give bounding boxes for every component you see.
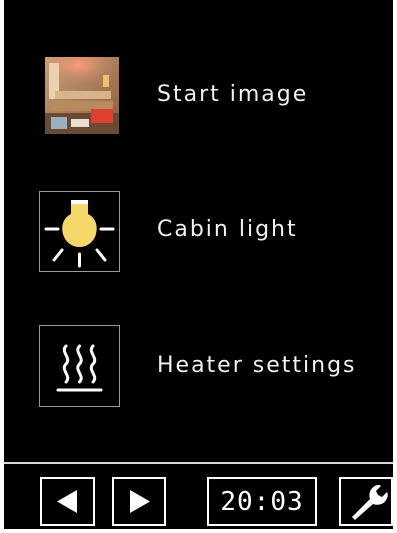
menu-item-label: Cabin light xyxy=(157,217,298,242)
light-bulb-icon xyxy=(39,191,120,272)
toolbar-divider xyxy=(4,462,393,464)
sauna-photo-icon xyxy=(45,57,119,134)
next-button[interactable] xyxy=(112,477,166,526)
heater-icon xyxy=(39,325,120,407)
settings-button[interactable] xyxy=(339,477,393,526)
screen: Start image Cabin light Heater settings … xyxy=(4,0,393,529)
menu-item-start-image[interactable]: Start image xyxy=(4,57,393,147)
clock-display[interactable]: 20:03 xyxy=(207,477,317,526)
clock-text: 20:03 xyxy=(220,486,304,517)
menu-item-heater-settings[interactable]: Heater settings xyxy=(4,324,393,414)
prev-button[interactable] xyxy=(40,477,95,526)
triangle-left-icon xyxy=(57,490,77,513)
menu-item-cabin-light[interactable]: Cabin light xyxy=(4,190,393,280)
menu-item-label: Heater settings xyxy=(157,353,357,378)
triangle-right-icon xyxy=(130,490,150,513)
wrench-icon xyxy=(352,485,388,520)
menu-item-label: Start image xyxy=(157,82,309,107)
